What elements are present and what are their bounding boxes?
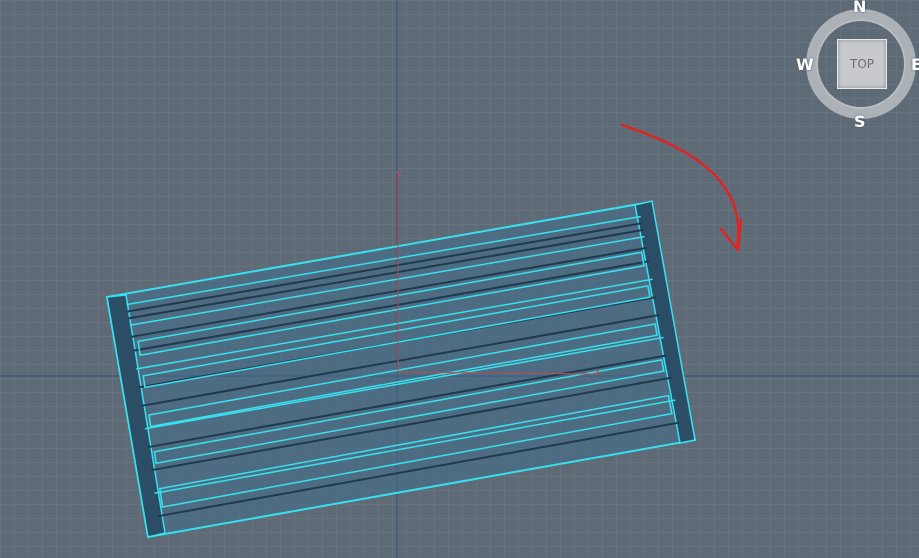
3d-viewport[interactable]: y x N S W E TOP	[0, 0, 919, 558]
local-y-axis-label: y	[396, 169, 402, 179]
local-x-axis-label: x	[595, 367, 601, 377]
viewcube-south-label[interactable]: S	[854, 112, 866, 131]
viewcube-top-face[interactable]: TOP	[837, 39, 887, 89]
viewcube-west-label[interactable]: W	[796, 55, 814, 74]
viewport-canvas[interactable]	[0, 0, 919, 558]
viewcube-east-label[interactable]: E	[911, 55, 919, 74]
viewcube-north-label[interactable]: N	[853, 0, 866, 16]
viewcube-face-label: TOP	[849, 57, 874, 71]
selected-rack-model[interactable]	[105, 200, 697, 539]
